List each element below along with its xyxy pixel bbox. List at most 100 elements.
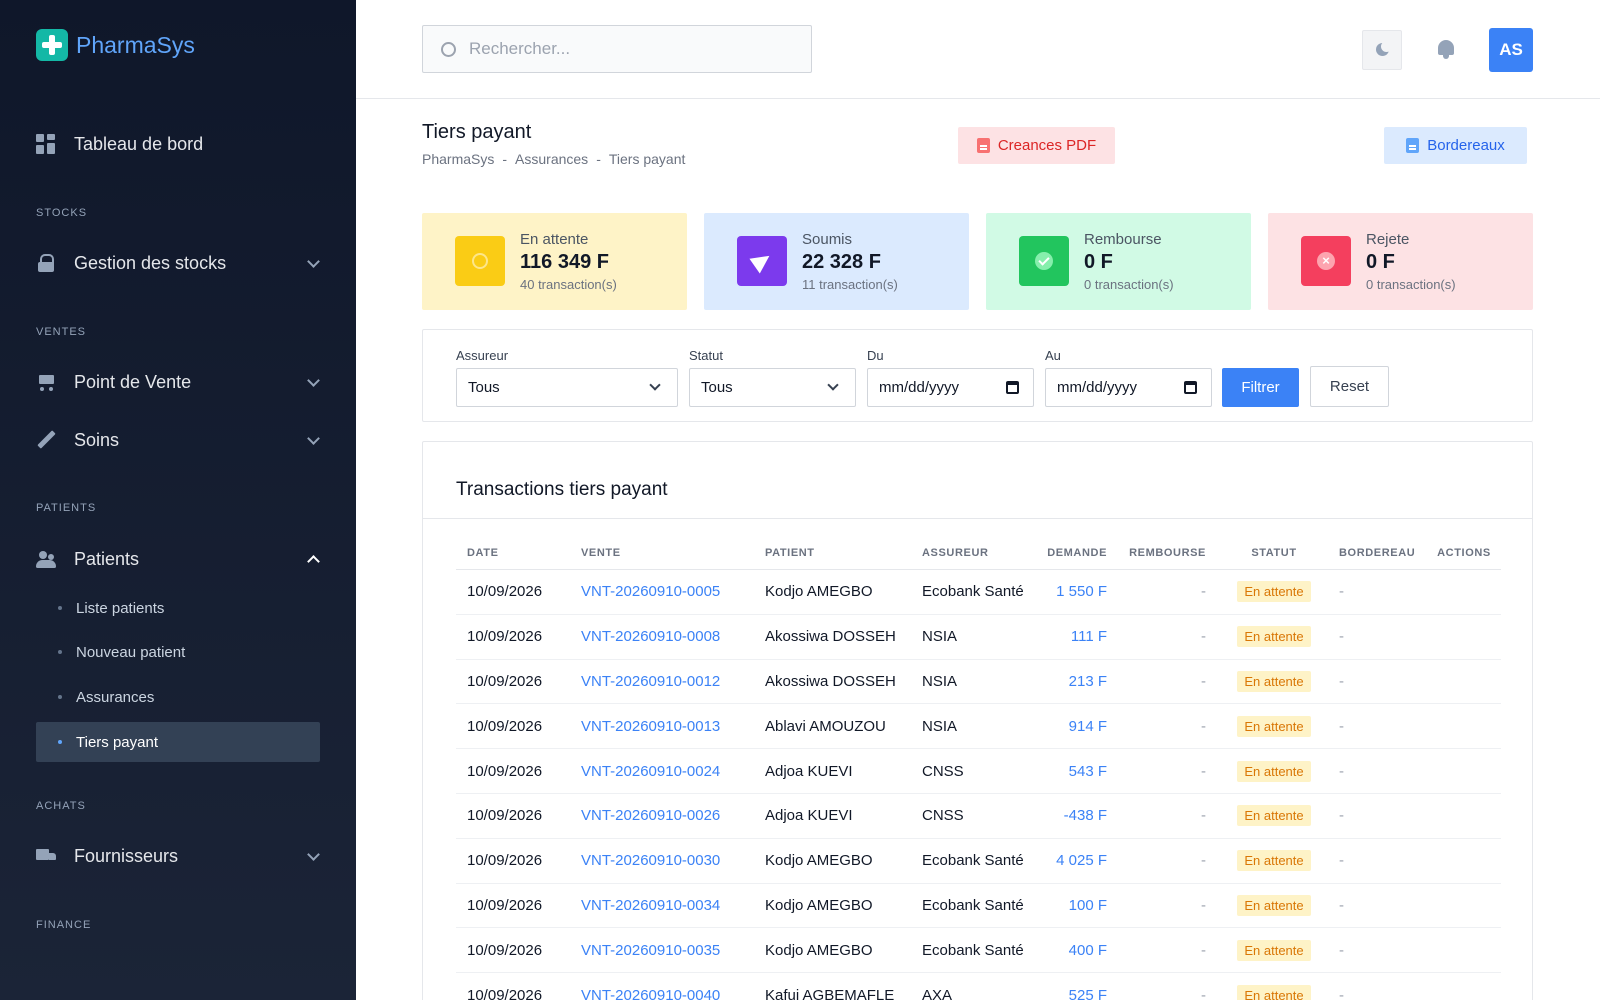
- cell-statut: En attente: [1209, 626, 1327, 648]
- table-row[interactable]: 10/09/2026 VNT-20260910-0013 Ablavi AMOUZO…: [456, 704, 1501, 750]
- status-badge: En attente: [1237, 939, 1311, 961]
- cell-patient: Kafui AGBEMAFLE: [765, 986, 895, 1000]
- cell-assureur: Ecobank Santé: [922, 583, 1024, 601]
- column-header-statut[interactable]: STATUT: [1209, 547, 1327, 559]
- cell-vente-link[interactable]: VNT-20260910-0013: [570, 718, 754, 735]
- theme-toggle-button[interactable]: [1362, 30, 1402, 70]
- cell-vente-link[interactable]: VNT-20260910-0030: [570, 852, 754, 869]
- cell-demande: -438 F: [1063, 807, 1107, 825]
- brand[interactable]: PharmaSys: [36, 29, 195, 61]
- column-header-vente[interactable]: VENTE: [570, 547, 754, 559]
- sidebar-subitem-label: Tiers payant: [76, 733, 158, 751]
- cell-vente-link[interactable]: VNT-20260910-0012: [570, 673, 754, 690]
- bullet-icon: [58, 650, 62, 654]
- cell-vente-link[interactable]: VNT-20260910-0035: [570, 942, 754, 959]
- column-header-assureur[interactable]: ASSUREUR: [911, 547, 1027, 559]
- pdf-file-icon: [976, 138, 990, 153]
- breadcrumb-item-home[interactable]: PharmaSys: [422, 151, 494, 167]
- users-icon: [36, 549, 56, 569]
- moon-icon: [1376, 41, 1392, 56]
- cell-patient: Akossiwa DOSSEH: [765, 672, 896, 690]
- filter-button[interactable]: Filtrer: [1222, 368, 1299, 407]
- table-row[interactable]: 10/09/2026 VNT-20260910-0034 Kodjo AMEGBO E…: [456, 884, 1501, 929]
- cell-vente-link[interactable]: VNT-20260910-0034: [570, 897, 754, 914]
- column-header-patient[interactable]: PATIENT: [754, 547, 911, 559]
- column-header-demande[interactable]: DEMANDE: [1027, 547, 1107, 559]
- sidebar-item-dashboard[interactable]: Tableau de bord: [36, 124, 326, 164]
- transactions-card: Transactions tiers payant DATE VENTE PAT…: [422, 441, 1533, 1000]
- cell-assureur: NSIA: [922, 628, 958, 646]
- creances-pdf-label: Creances PDF: [997, 137, 1097, 154]
- cell-statut: En attente: [1209, 760, 1327, 782]
- page-title: Tiers payant: [422, 121, 532, 143]
- table-row[interactable]: 10/09/2026 VNT-20260910-0005 Kodjo AMEGBO E…: [456, 570, 1501, 615]
- table-row[interactable]: 10/09/2026 VNT-20260910-0026 Adjoa KUEVI CN…: [456, 794, 1501, 839]
- column-header-date[interactable]: DATE: [456, 547, 570, 559]
- status-badge: En attente: [1237, 581, 1311, 603]
- date-to-value: mm/dd/yyyy: [1057, 379, 1138, 396]
- stat-icon-bg: ×: [1301, 236, 1351, 286]
- stat-value: 116 349 F: [520, 251, 609, 273]
- status-badge: En attente: [1237, 670, 1311, 692]
- calendar-icon[interactable]: [1006, 381, 1019, 394]
- chevron-down-icon: [307, 255, 320, 268]
- cell-date: 10/09/2026: [467, 807, 543, 825]
- cell-statut: En attente: [1209, 581, 1327, 603]
- cell-patient: Adjoa KUEVI: [765, 807, 853, 825]
- stat-label: Rejete: [1366, 231, 1410, 248]
- stat-label: Soumis: [802, 231, 853, 248]
- table-row[interactable]: 10/09/2026 VNT-20260910-0040 Kafui AGBEMAF…: [456, 973, 1501, 1000]
- cell-statut: En attente: [1209, 894, 1327, 916]
- sidebar-item-fournisseurs[interactable]: Fournisseurs: [36, 836, 326, 876]
- cell-vente-link[interactable]: VNT-20260910-0008: [570, 628, 754, 645]
- breadcrumb-item-assurances[interactable]: Assurances: [515, 151, 588, 167]
- statut-select[interactable]: Tous: [689, 368, 856, 407]
- search-input[interactable]: Rechercher...: [422, 25, 812, 73]
- cell-bordereau: -: [1339, 896, 1344, 914]
- sidebar-item-point-de-vente[interactable]: Point de Vente: [36, 362, 326, 402]
- cell-patient: Akossiwa DOSSEH: [765, 628, 896, 646]
- bell-icon[interactable]: [1438, 40, 1454, 59]
- cell-statut: En attente: [1209, 670, 1327, 692]
- sidebar-subitem-assurances[interactable]: Assurances: [36, 677, 320, 717]
- section-label-stocks: STOCKS: [36, 207, 88, 219]
- statut-select-value: Tous: [701, 379, 733, 396]
- sidebar-item-stocks[interactable]: Gestion des stocks: [36, 243, 326, 283]
- sidebar-item-soins[interactable]: Soins: [36, 420, 326, 460]
- chevron-down-icon: [307, 848, 320, 861]
- date-to-input[interactable]: mm/dd/yyyy: [1045, 368, 1212, 407]
- cell-assureur: Ecobank Santé: [922, 852, 1024, 870]
- bordereaux-button[interactable]: Bordereaux: [1384, 127, 1527, 164]
- cell-rembourse: -: [1201, 583, 1206, 601]
- cell-demande: 100 F: [1068, 896, 1107, 914]
- table-row[interactable]: 10/09/2026 VNT-20260910-0012 Akossiwa DOSS…: [456, 660, 1501, 705]
- date-from-input[interactable]: mm/dd/yyyy: [867, 368, 1034, 407]
- table-row[interactable]: 10/09/2026 VNT-20260910-0024 Adjoa KUEVI CN…: [456, 749, 1501, 794]
- sidebar-subitem-label: Liste patients: [76, 599, 165, 617]
- assureur-select[interactable]: Tous: [456, 368, 678, 407]
- column-header-bordereau[interactable]: BORDEREAU: [1327, 547, 1427, 559]
- cart-icon: [36, 372, 56, 392]
- table-row[interactable]: 10/09/2026 VNT-20260910-0008 Akossiwa DOSS…: [456, 615, 1501, 660]
- calendar-icon[interactable]: [1184, 381, 1197, 394]
- cell-vente-link[interactable]: VNT-20260910-0026: [570, 807, 754, 824]
- truck-icon: [36, 846, 56, 866]
- table-row[interactable]: 10/09/2026 VNT-20260910-0030 Kodjo AMEGBO E…: [456, 839, 1501, 884]
- column-header-rembourse[interactable]: REMBOURSE: [1107, 547, 1209, 559]
- cell-vente-link[interactable]: VNT-20260910-0005: [570, 583, 754, 600]
- sidebar-subitem-liste-patients[interactable]: Liste patients: [36, 588, 320, 628]
- cell-date: 10/09/2026: [467, 986, 543, 1000]
- table-row[interactable]: 10/09/2026 VNT-20260910-0035 Kodjo AMEGBO E…: [456, 928, 1501, 974]
- cell-rembourse: -: [1201, 986, 1206, 1000]
- cell-vente-link[interactable]: VNT-20260910-0024: [570, 763, 754, 780]
- reset-button[interactable]: Reset: [1310, 366, 1389, 407]
- search-placeholder: Rechercher...: [469, 39, 571, 58]
- sidebar-item-patients[interactable]: Patients: [36, 539, 326, 579]
- cell-vente-link[interactable]: VNT-20260910-0040: [570, 987, 754, 1000]
- sidebar-subitem-nouveau-patient[interactable]: Nouveau patient: [36, 632, 320, 672]
- cell-bordereau: -: [1339, 807, 1344, 825]
- avatar[interactable]: AS: [1489, 28, 1533, 72]
- sidebar-subitem-tiers-payant[interactable]: Tiers payant: [36, 722, 320, 762]
- creances-pdf-button[interactable]: Creances PDF: [958, 127, 1115, 164]
- status-badge: En attente: [1237, 850, 1311, 872]
